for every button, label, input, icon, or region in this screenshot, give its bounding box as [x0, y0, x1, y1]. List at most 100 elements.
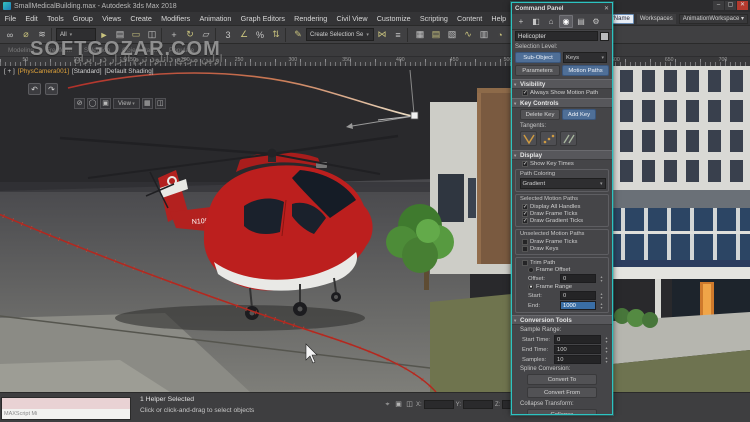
spinner-value[interactable]: 0 — [554, 335, 601, 344]
spinner-value[interactable]: 0 — [560, 274, 596, 283]
sub-object-level-dropdown[interactable]: Keys ▾ — [563, 52, 607, 63]
add-key-button[interactable]: Add Key — [562, 109, 596, 120]
tangent-linear-button[interactable] — [560, 131, 577, 146]
material-editor-icon[interactable]: ◔ — [492, 27, 508, 43]
tangent-auto-button[interactable] — [520, 131, 537, 146]
dope-sheet-icon[interactable]: ▥ — [476, 27, 492, 43]
snap-toggle-3d-icon[interactable]: 3 — [220, 27, 236, 43]
path-coloring-dropdown[interactable]: Gradient ▾ — [519, 178, 606, 189]
select-and-link-icon[interactable]: ∞ — [2, 27, 18, 43]
lock-icon[interactable]: ▣ — [100, 98, 111, 109]
named-selection-sets-dropdown[interactable]: Create Selection Se — [306, 28, 374, 41]
curve-editor-icon[interactable]: ∿ — [460, 27, 476, 43]
visibility-rollout-header[interactable]: Visibility — [512, 79, 612, 90]
range-end-spinner[interactable]: End: 1000 — [518, 300, 607, 310]
spinner-value[interactable]: 1000 — [560, 301, 596, 310]
workspace-dropdown[interactable]: AnimationWorkspace ▾ — [678, 13, 748, 24]
menu-item[interactable]: Edit — [21, 14, 43, 23]
toolbar-separator[interactable] — [285, 27, 289, 42]
menu-item[interactable]: Group — [68, 14, 97, 23]
minimize-button[interactable]: – — [713, 1, 724, 10]
edit-named-selection-sets-icon[interactable]: ✎ — [290, 27, 306, 43]
conversion-tools-rollout-header[interactable]: Conversion Tools — [512, 315, 612, 326]
layout-icon[interactable]: ◫ — [154, 98, 166, 109]
hierarchy-tab[interactable]: ⌂ — [544, 15, 558, 28]
absolute-relative-toggle-icon[interactable]: ◫ — [405, 400, 414, 409]
slashed-circle-icon[interactable]: ⊘ — [74, 98, 85, 109]
always-show-motion-path-checkbox[interactable]: ✓ Always Show Motion Path — [512, 89, 612, 96]
viewport-menu-standard[interactable]: [Standard] — [72, 68, 102, 75]
close-icon[interactable]: ✕ — [604, 5, 609, 12]
macro-recorder-row[interactable] — [2, 398, 130, 409]
tangent-step-button[interactable] — [540, 131, 557, 146]
selection-lock-icon[interactable]: ▣ — [394, 400, 403, 409]
menu-item[interactable]: Content — [452, 14, 486, 23]
view-dropdown[interactable]: View — [113, 98, 140, 109]
collapse-button[interactable]: Collapse — [527, 409, 597, 414]
redo-icon[interactable]: ↷ — [45, 83, 58, 95]
sub-object-button[interactable]: Sub-Object — [515, 52, 561, 63]
viewport-menu-general[interactable]: [ + ] — [4, 68, 15, 75]
utilities-tab[interactable]: ⚙ — [589, 15, 603, 28]
menu-item[interactable]: Animation — [195, 14, 236, 23]
menu-item[interactable]: Tools — [42, 14, 68, 23]
menu-item[interactable]: Scripting — [415, 14, 452, 23]
spinner-snap-toggle-icon[interactable]: ⇅ — [268, 27, 284, 43]
viewport-menu-pov[interactable]: [PhysCamera001] — [18, 68, 69, 75]
end-time-spinner[interactable]: End Time: 100 — [512, 344, 612, 354]
spinner-arrows-icon[interactable] — [603, 336, 610, 344]
y-coordinate-field[interactable] — [463, 400, 494, 409]
range-start-spinner[interactable]: Start: 0 — [518, 290, 607, 300]
spinner-value[interactable]: 0 — [560, 291, 596, 300]
menu-item[interactable]: Civil View — [332, 14, 372, 23]
display-rollout-header[interactable]: Display — [512, 150, 612, 161]
show-key-times-checkbox[interactable]: ✓ Show Key Times — [512, 160, 612, 167]
menu-item[interactable]: Modifiers — [157, 14, 195, 23]
motion-tab[interactable]: ◉ — [559, 15, 573, 28]
frame-offset-radio[interactable]: Frame Offset — [518, 266, 607, 273]
spinner-value[interactable]: 100 — [554, 345, 601, 354]
object-name-field[interactable]: Helicopter — [515, 31, 598, 41]
spinner-arrows-icon[interactable] — [598, 292, 605, 300]
undo-icon[interactable]: ↶ — [28, 83, 41, 95]
spinner-arrows-icon[interactable] — [598, 302, 605, 310]
menu-item[interactable]: Views — [98, 14, 126, 23]
maximize-button[interactable]: ▢ — [725, 1, 736, 10]
transform-gizmo-icon[interactable]: ⌖ — [383, 400, 392, 409]
spinner-arrows-icon[interactable] — [598, 275, 605, 283]
x-coordinate-field[interactable] — [423, 400, 454, 409]
spinner-arrows-icon[interactable] — [603, 346, 610, 354]
draw-gradient-ticks-checkbox[interactable]: ✓ Draw Gradient Ticks — [518, 217, 607, 224]
angle-snap-toggle-icon[interactable]: ∠ — [236, 27, 252, 43]
create-tab[interactable]: + — [514, 15, 528, 28]
menu-item[interactable]: File — [0, 14, 21, 23]
menu-item[interactable]: Rendering — [290, 14, 332, 23]
menu-item[interactable]: Create — [126, 14, 157, 23]
circle-icon[interactable]: ◯ — [87, 98, 98, 109]
menu-item[interactable]: Help — [487, 14, 511, 23]
samples-spinner[interactable]: Samples: 10 — [512, 354, 612, 364]
motion-path-key[interactable] — [410, 111, 419, 120]
percent-snap-toggle-icon[interactable]: % — [252, 27, 268, 43]
spinner-value[interactable]: 10 — [554, 355, 601, 364]
convert-to-button[interactable]: Convert To — [527, 374, 597, 385]
menu-item[interactable]: Customize — [372, 14, 415, 23]
viewport-menu-shading[interactable]: [Default Shading] — [105, 68, 154, 75]
convert-from-button[interactable]: Convert From — [527, 387, 597, 398]
unselected-draw-frame-ticks-checkbox[interactable]: Draw Frame Ticks — [518, 238, 607, 245]
spinner-arrows-icon[interactable] — [603, 356, 610, 364]
close-button[interactable]: ✕ — [737, 1, 748, 10]
start-time-spinner[interactable]: Start Time: 0 — [512, 334, 612, 344]
delete-key-button[interactable]: Delete Key — [520, 109, 560, 120]
motion-paths-button[interactable]: Motion Paths — [562, 65, 609, 76]
draw-frame-ticks-checkbox[interactable]: ✓ Draw Frame Ticks — [518, 210, 607, 217]
mirror-icon[interactable]: ⋈ — [374, 27, 390, 43]
align-icon[interactable]: ≡ — [390, 27, 406, 43]
maxscript-mini-listener[interactable]: MAXScript Mi — [1, 397, 131, 420]
display-all-handles-checkbox[interactable]: ✓ Display All Handles — [518, 203, 607, 210]
object-color-swatch[interactable] — [600, 31, 609, 41]
unselected-draw-keys-checkbox[interactable]: Draw Keys — [518, 245, 607, 252]
frame-range-radio[interactable]: ● Frame Range — [518, 283, 607, 290]
grid-icon[interactable]: ▦ — [141, 98, 153, 109]
key-controls-rollout-header[interactable]: Key Controls — [512, 98, 612, 109]
